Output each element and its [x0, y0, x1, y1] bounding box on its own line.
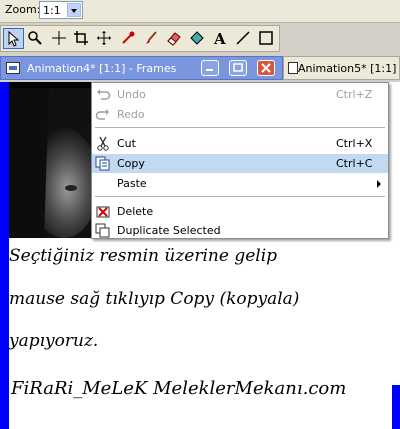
tools-toolbar: A — [0, 25, 280, 52]
move-icon[interactable] — [94, 28, 115, 49]
caption-signature: FiRaRi_MeLeK MeleklerMekanı.com — [11, 378, 347, 399]
duplicate-icon — [95, 223, 111, 238]
menu-item-label: Paste — [117, 177, 147, 190]
menu-item-label: Undo — [117, 88, 146, 101]
submenu-arrow-icon — [377, 180, 381, 188]
menu-item-shortcut: Ctrl+X — [336, 137, 373, 150]
rectangle-icon[interactable] — [256, 28, 277, 49]
menu-item-duplicate-selected[interactable]: Duplicate Selected — [92, 221, 388, 240]
zoom-label: Zoom: — [5, 3, 41, 16]
menu-item-label: Cut — [117, 137, 136, 150]
menu-separator — [95, 127, 385, 128]
caption-line-1: Seçtiğiniz resmin üzerine gelip — [9, 246, 278, 266]
undo-icon — [95, 87, 111, 102]
zoom-value: 1:1 — [43, 4, 61, 17]
chevron-down-icon[interactable] — [67, 3, 81, 17]
menu-separator — [95, 196, 385, 197]
paintbrush-icon[interactable] — [141, 28, 162, 49]
caption-line-2: mause sağ tıklıyıp Copy (kopyala) — [9, 289, 300, 309]
caption-line-3: yapıyoruz. — [9, 331, 99, 351]
menu-item-cut[interactable]: Cut Ctrl+X — [92, 134, 388, 153]
delete-icon — [95, 204, 111, 219]
zoom-select[interactable]: 1:1 — [39, 1, 83, 19]
menu-item-label: Delete — [117, 205, 154, 218]
image-window-icon — [288, 62, 298, 74]
eraser-icon[interactable] — [164, 28, 185, 49]
active-window-title-bar[interactable]: Animation4* [1:1] - Frames — [0, 56, 283, 80]
crop-icon[interactable] — [71, 28, 92, 49]
redo-icon — [95, 107, 111, 122]
magnifier-icon[interactable] — [25, 28, 46, 49]
menu-item-label: Copy — [117, 157, 145, 170]
inactive-window-title-bar[interactable]: Animation5* [1:1] - — [283, 56, 400, 80]
menu-item-shortcut: Ctrl+C — [336, 157, 373, 170]
line-icon[interactable] — [233, 28, 254, 49]
fill-icon[interactable] — [187, 28, 208, 49]
image-window-icon — [6, 62, 20, 74]
menu-item-shortcut: Ctrl+Z — [336, 88, 373, 101]
crosshair-icon[interactable] — [49, 28, 70, 49]
canvas-blue-border — [0, 82, 9, 429]
context-menu: Undo Ctrl+Z Redo Cut Ctrl+X Copy Ctrl+C … — [91, 82, 389, 239]
menu-item-redo[interactable]: Redo — [92, 105, 388, 124]
menu-item-label: Redo — [117, 108, 145, 121]
menu-item-copy[interactable]: Copy Ctrl+C — [92, 154, 388, 173]
scissors-icon — [95, 136, 111, 151]
photo-thumbnail — [9, 88, 99, 238]
copy-icon — [95, 156, 111, 171]
menu-item-undo[interactable]: Undo Ctrl+Z — [92, 85, 388, 104]
menu-item-label: Duplicate Selected — [117, 224, 221, 237]
menu-item-paste[interactable]: Paste — [92, 174, 388, 193]
zoom-toolbar: Zoom: 1:1 — [0, 0, 400, 23]
minimize-button[interactable] — [201, 60, 219, 76]
svg-text:A: A — [213, 30, 226, 46]
menu-item-delete[interactable]: Delete — [92, 202, 388, 221]
selection-arrow-icon[interactable] — [3, 28, 24, 49]
maximize-button[interactable] — [229, 60, 247, 76]
text-icon[interactable]: A — [210, 28, 231, 49]
active-window-title: Animation4* [1:1] - Frames — [27, 62, 177, 75]
dropper-icon[interactable] — [118, 28, 139, 49]
close-button[interactable] — [257, 60, 275, 76]
inactive-window-title: Animation5* [1:1] - — [298, 62, 400, 75]
